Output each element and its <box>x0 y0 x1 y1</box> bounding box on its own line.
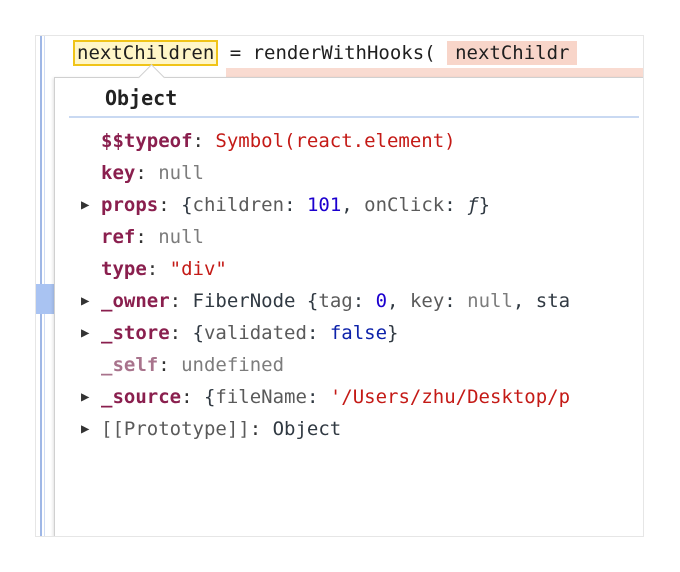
expand-triangle-icon[interactable]: ▶ <box>81 317 89 349</box>
expand-triangle-icon[interactable]: ▶ <box>81 189 89 221</box>
property-key: _self <box>101 354 159 376</box>
property-row-key[interactable]: key: null <box>55 157 643 189</box>
property-key: _store <box>101 322 170 344</box>
property-value: "div" <box>169 258 227 280</box>
property-value: null <box>158 226 204 248</box>
variable-preview-popover: Object $$typeof: Symbol(react.element) k… <box>54 64 643 536</box>
property-value: Object <box>272 418 342 440</box>
property-value: Symbol(react.element) <box>215 130 456 152</box>
source-editor-panel: nextChildren = renderWithHooks( nextChil… <box>36 36 643 536</box>
property-key: [[Prototype]] <box>101 418 250 440</box>
property-key: type <box>101 258 147 280</box>
expand-triangle-icon[interactable]: ▶ <box>81 285 89 317</box>
code-line: nextChildren = renderWithHooks( nextChil… <box>73 40 578 66</box>
property-list: $$typeof: Symbol(react.element) key: nul… <box>55 125 643 445</box>
property-row-source[interactable]: ▶ _source: {fileName: '/Users/zhu/Deskto… <box>55 381 643 413</box>
title-divider <box>69 116 639 118</box>
property-row-props[interactable]: ▶ props: {children: 101, onClick: ƒ} <box>55 189 643 221</box>
hovered-variable[interactable]: nextChildren <box>73 40 219 66</box>
property-value: null <box>158 162 204 184</box>
property-row-type[interactable]: type: "div" <box>55 253 643 285</box>
property-key: key <box>101 162 136 184</box>
property-row-prototype[interactable]: ▶ [[Prototype]]: Object <box>55 413 643 445</box>
expand-triangle-icon[interactable]: ▶ <box>81 381 89 413</box>
property-key: _source <box>101 386 182 408</box>
expand-triangle-icon[interactable]: ▶ <box>81 413 89 445</box>
property-row-owner[interactable]: ▶ _owner: FiberNode {tag: 0, key: null, … <box>55 285 643 317</box>
property-key: props <box>101 194 159 216</box>
property-row-self[interactable]: _self: undefined <box>55 349 643 381</box>
property-key: $$typeof <box>101 130 193 152</box>
breakpoint-marker[interactable] <box>36 284 54 314</box>
code-text: = renderWithHooks( <box>218 42 436 64</box>
property-key: _owner <box>101 290 170 312</box>
property-row-typeof[interactable]: $$typeof: Symbol(react.element) <box>55 125 643 157</box>
inline-value-badge[interactable]: nextChildr <box>447 41 578 65</box>
property-key: ref <box>101 226 136 248</box>
property-row-store[interactable]: ▶ _store: {validated: false} <box>55 317 643 349</box>
property-value: undefined <box>181 354 285 376</box>
popover-title: Object <box>105 86 178 110</box>
property-row-ref[interactable]: ref: null <box>55 221 643 253</box>
